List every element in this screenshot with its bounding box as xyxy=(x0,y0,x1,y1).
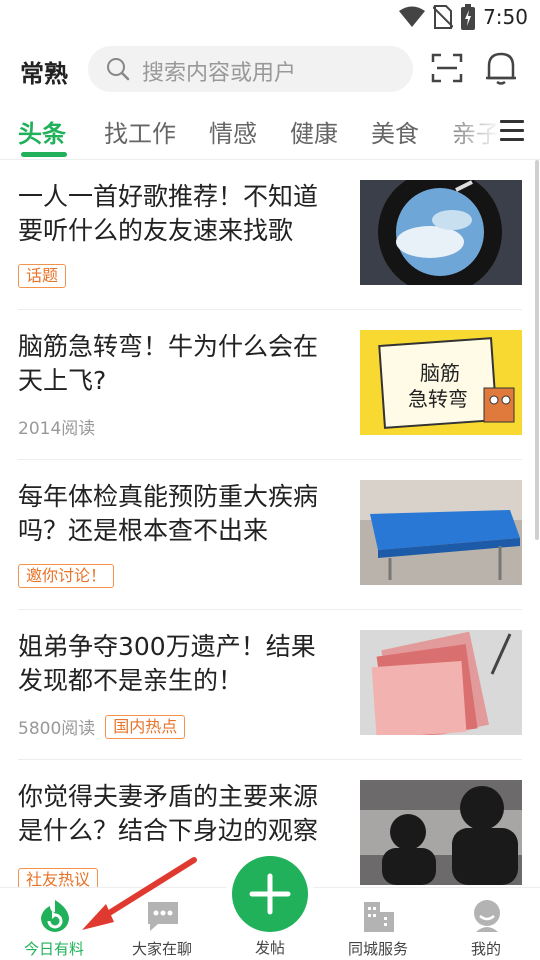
tab-jobs[interactable]: 找工作 xyxy=(104,114,176,149)
plus-icon xyxy=(249,873,291,915)
thumbnail-text-2: 急转弯 xyxy=(408,387,468,411)
wifi-icon xyxy=(399,6,426,27)
today-icon xyxy=(41,900,69,932)
cash-money-thumbnail xyxy=(360,630,522,735)
brain-teaser-thumbnail: 脑筋 急转弯 xyxy=(360,330,522,435)
feed-item-title: 脑筋急转弯！牛为什么会在天上飞? xyxy=(18,332,319,395)
feed-item-meta: 5800阅读 国内热点 xyxy=(18,714,186,739)
scan-icon[interactable] xyxy=(431,52,463,84)
feed-item[interactable]: 一人一首好歌推荐！不知道要听什么的友友速来找歌 话题 xyxy=(0,160,540,310)
tab-fade xyxy=(440,106,500,158)
feed-item-meta: 话题 xyxy=(18,264,67,288)
feed-item-title: 姐弟争夺300万遗产！结果发现都不是亲生的！ xyxy=(18,632,316,695)
feed-item-title: 你觉得夫妻矛盾的主要来源是什么？结合下身边的观察 xyxy=(18,782,319,845)
search-placeholder: 搜索内容或用户 xyxy=(142,61,297,86)
tab-emotion[interactable]: 情感 xyxy=(209,114,257,149)
search-bar[interactable]: 搜索内容或用户 xyxy=(88,46,413,92)
feed-item[interactable]: 姐弟争夺300万遗产！结果发现都不是亲生的！ 5800阅读 国内热点 xyxy=(0,610,540,760)
status-bar: 7:50 xyxy=(0,0,540,36)
vinyl-record-thumbnail xyxy=(360,180,522,285)
scrollbar[interactable] xyxy=(535,160,539,540)
chat-icon xyxy=(148,902,178,931)
feed-item-title: 每年体检真能预防重大疾病吗？还是根本查不出来 xyxy=(18,482,319,545)
hospital-bed-thumbnail xyxy=(360,480,522,585)
news-feed[interactable]: 一人一首好歌推荐！不知道要听什么的友友速来找歌 话题 脑筋急转弯！牛为什么会在天… xyxy=(0,160,540,887)
no-sim-icon xyxy=(433,5,454,29)
topic-tag: 国内热点 xyxy=(105,714,186,739)
bell-icon[interactable] xyxy=(484,50,518,86)
nav-today[interactable]: 今日有料 xyxy=(4,888,104,960)
tab-headlines[interactable]: 头条 xyxy=(18,114,66,149)
nav-chat-label: 大家在聊 xyxy=(131,940,192,958)
tab-food[interactable]: 美食 xyxy=(371,114,419,149)
tab-health[interactable]: 健康 xyxy=(290,114,338,149)
status-icons: 7:50 xyxy=(399,4,528,30)
topic-tag: 话题 xyxy=(18,264,67,288)
menu-icon[interactable] xyxy=(500,120,524,142)
nav-today-label: 今日有料 xyxy=(23,940,84,958)
category-tabs: 头条 找工作 情感 健康 美食 亲子 xyxy=(0,106,540,158)
feed-item-title: 一人一首好歌推荐！不知道要听什么的友友速来找歌 xyxy=(18,182,319,245)
feed-item-meta: 2014阅读 xyxy=(18,414,95,439)
search-icon xyxy=(107,58,130,81)
nav-city-services[interactable]: 同城服务 xyxy=(328,888,428,960)
nav-profile[interactable]: 我的 xyxy=(436,888,536,960)
city-selector[interactable]: 常熟 xyxy=(20,54,68,89)
post-button[interactable] xyxy=(232,856,308,932)
thumbnail-text-1: 脑筋 xyxy=(420,361,460,385)
read-count: 5800阅读 xyxy=(18,719,96,739)
silhouettes-thumbnail xyxy=(360,780,522,885)
battery-charging-icon xyxy=(461,4,476,30)
feed-item[interactable]: 脑筋急转弯！牛为什么会在天上飞? 2014阅读 脑筋 急转弯 xyxy=(0,310,540,460)
feed-item[interactable]: 每年体检真能预防重大疾病吗？还是根本查不出来 邀你讨论！ xyxy=(0,460,540,610)
status-time: 7:50 xyxy=(483,5,528,29)
feed-item-meta: 邀你讨论！ xyxy=(18,564,115,588)
nav-city-services-label: 同城服务 xyxy=(347,940,408,958)
nav-profile-label: 我的 xyxy=(470,940,501,958)
city-buildings-icon xyxy=(364,902,394,932)
active-tab-indicator xyxy=(21,152,67,157)
profile-icon xyxy=(474,900,500,932)
read-count: 2014阅读 xyxy=(18,419,96,439)
topic-tag: 社友热议 xyxy=(18,868,99,887)
feed-item-meta: 社友热议 xyxy=(18,868,99,887)
nav-chat[interactable]: 大家在聊 xyxy=(112,888,212,960)
post-button-label: 发帖 xyxy=(254,939,285,957)
top-bar: 常熟 搜索内容或用户 xyxy=(0,40,540,98)
topic-tag: 邀你讨论！ xyxy=(18,564,115,588)
